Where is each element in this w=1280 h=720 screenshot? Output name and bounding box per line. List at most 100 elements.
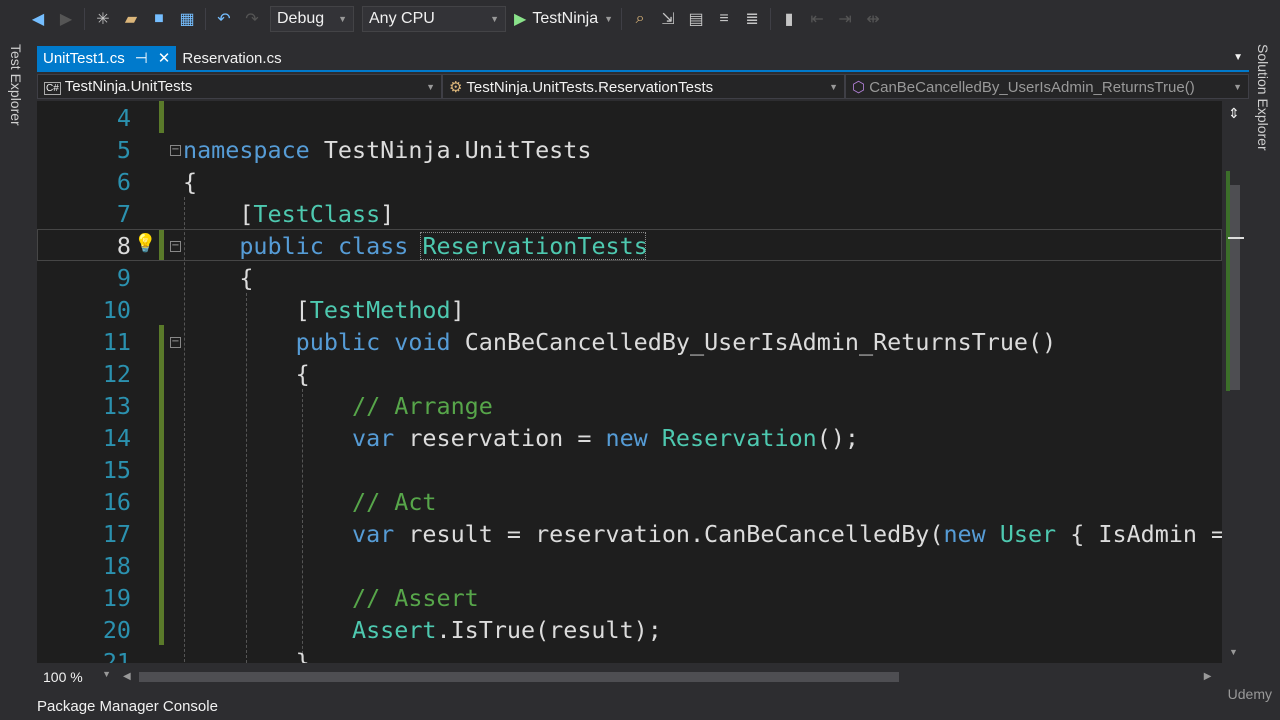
line-number: 6: [116, 168, 131, 196]
undo-icon[interactable]: ↶: [214, 9, 234, 29]
line-number: 10: [102, 296, 131, 324]
method-icon: ⬡: [852, 78, 866, 96]
code-line[interactable]: 19 // Assert: [37, 582, 1222, 614]
member-dropdown[interactable]: ⬡ CanBeCancelledBy_UserIsAdmin_ReturnsTr…: [845, 74, 1249, 99]
chevron-down-icon: ▼: [426, 81, 435, 92]
code-line[interactable]: 8 public class ReservationTests: [37, 230, 1222, 262]
solution-explorer-tab[interactable]: Solution Explorer: [1255, 44, 1271, 151]
package-manager-console-tab[interactable]: Package Manager Console: [37, 698, 218, 715]
line-number: 7: [116, 200, 131, 228]
code-line[interactable]: 11 public void CanBeCancelledBy_UserIsAd…: [37, 326, 1222, 358]
code-editor[interactable]: 💡 − − − 4 5 namespace TestNinja.UnitTests 6…: [37, 101, 1222, 663]
line-number: 9: [116, 264, 131, 292]
project-value: TestNinja.UnitTests: [64, 78, 193, 95]
redo-icon[interactable]: ↷: [242, 9, 262, 29]
code-text: // Act: [183, 486, 437, 518]
code-token: new: [605, 424, 648, 452]
layout-icon[interactable]: ▤: [686, 9, 706, 29]
code-token: User: [999, 520, 1057, 548]
start-button[interactable]: ▶ TestNinja ▼: [514, 9, 613, 29]
navigation-bar: C# TestNinja.UnitTests ▼ ⚙ TestNinja.Unit…: [37, 74, 1249, 101]
close-icon[interactable]: ✕: [158, 49, 171, 67]
tab-overflow-icon[interactable]: ▼: [1233, 52, 1243, 63]
new-project-icon[interactable]: ✳: [93, 9, 113, 29]
code-token: result = reservation.CanBeCancelledBy(: [394, 520, 944, 548]
code-line[interactable]: 5 namespace TestNinja.UnitTests: [37, 134, 1222, 166]
code-token: .IsTrue(result);: [436, 616, 662, 644]
code-line[interactable]: 21 }: [37, 646, 1222, 663]
line-number: 17: [102, 520, 131, 548]
zoom-value: 100 %: [43, 668, 83, 685]
platform-value: Any CPU: [369, 10, 435, 27]
outdent-icon[interactable]: ≡: [714, 10, 734, 28]
code-token: reservation =: [394, 424, 606, 452]
project-dropdown[interactable]: C# TestNinja.UnitTests ▼: [37, 74, 442, 99]
step-into-icon[interactable]: ⇲: [658, 9, 678, 29]
back-icon[interactable]: ◀: [28, 9, 48, 29]
code-line[interactable]: 20 Assert.IsTrue(result);: [37, 614, 1222, 646]
chevron-down-icon: ▼: [338, 14, 347, 24]
next-bookmark-icon[interactable]: ⇥: [835, 9, 855, 29]
divider: [621, 8, 623, 30]
class-value: TestNinja.UnitTests.ReservationTests: [466, 78, 714, 96]
code-line[interactable]: 16 // Act: [37, 486, 1222, 518]
code-line[interactable]: 12 {: [37, 358, 1222, 390]
open-file-icon[interactable]: ▰: [121, 9, 141, 29]
code-text: {: [183, 166, 197, 198]
code-token: Assert: [352, 616, 437, 644]
save-icon[interactable]: ■: [149, 10, 169, 28]
clear-bookmarks-icon[interactable]: ⇹: [863, 9, 883, 29]
code-line[interactable]: 7 [TestClass]: [37, 198, 1222, 230]
find-in-files-icon[interactable]: ⌕: [630, 10, 650, 28]
code-token: public: [239, 232, 324, 260]
zoom-select[interactable]: 100 % ▼: [37, 669, 117, 685]
horizontal-scroll-thumb[interactable]: [138, 671, 899, 682]
code-line[interactable]: 9 {: [37, 262, 1222, 294]
code-line[interactable]: 18: [37, 550, 1222, 582]
scroll-left-icon[interactable]: ◀: [123, 671, 131, 682]
tab-reservation[interactable]: Reservation.cs: [176, 46, 287, 70]
line-number: 12: [102, 360, 131, 388]
code-line[interactable]: 4: [37, 102, 1222, 134]
split-icon[interactable]: ⇕: [1228, 105, 1240, 122]
tab-unittest1[interactable]: UnitTest1.cs ⊣ ✕: [37, 46, 177, 70]
line-number: 20: [102, 616, 131, 644]
class-dropdown[interactable]: ⚙ TestNinja.UnitTests.ReservationTests ▼: [442, 74, 845, 99]
forward-icon[interactable]: ▶: [56, 9, 76, 29]
code-text: // Assert: [183, 582, 479, 614]
bookmark-icon[interactable]: ▮: [779, 9, 799, 29]
configuration-select[interactable]: Debug ▼: [270, 6, 354, 32]
comment-icon[interactable]: ≣: [742, 9, 762, 29]
code-token: [: [183, 296, 310, 324]
code-token: CanBeCancelledBy_UserIsAdmin_ReturnsTrue…: [450, 328, 1057, 356]
code-line[interactable]: 15: [37, 454, 1222, 486]
code-line[interactable]: 10 [TestMethod]: [37, 294, 1222, 326]
platform-select[interactable]: Any CPU ▼: [362, 6, 506, 32]
code-token: TestMethod: [309, 296, 451, 324]
pin-icon[interactable]: ⊣: [135, 49, 148, 67]
code-line[interactable]: 6{: [37, 166, 1222, 198]
scroll-down-icon[interactable]: ▼: [1229, 647, 1238, 657]
csharp-icon: C#: [44, 82, 61, 95]
line-number: 8: [116, 232, 131, 260]
save-all-icon[interactable]: ▦: [177, 9, 197, 29]
test-explorer-tab[interactable]: Test Explorer: [8, 44, 24, 126]
code-token: var: [352, 424, 395, 452]
divider: [770, 8, 772, 30]
scroll-right-icon[interactable]: ▶: [1204, 671, 1212, 682]
vertical-scrollbar[interactable]: ⇕ ▼: [1222, 101, 1249, 663]
code-line[interactable]: 13 // Arrange: [37, 390, 1222, 422]
scroll-thumb[interactable]: [1230, 185, 1240, 390]
divider: [205, 8, 206, 30]
code-line[interactable]: 14 var reservation = new Reservation();: [37, 422, 1222, 454]
prev-bookmark-icon[interactable]: ⇤: [807, 9, 827, 29]
code-line[interactable]: 17 var result = reservation.CanBeCancell…: [37, 518, 1222, 550]
code-token: Reservation: [661, 424, 817, 452]
udemy-watermark: Udemy: [1227, 686, 1272, 702]
code-token: public: [295, 328, 381, 356]
